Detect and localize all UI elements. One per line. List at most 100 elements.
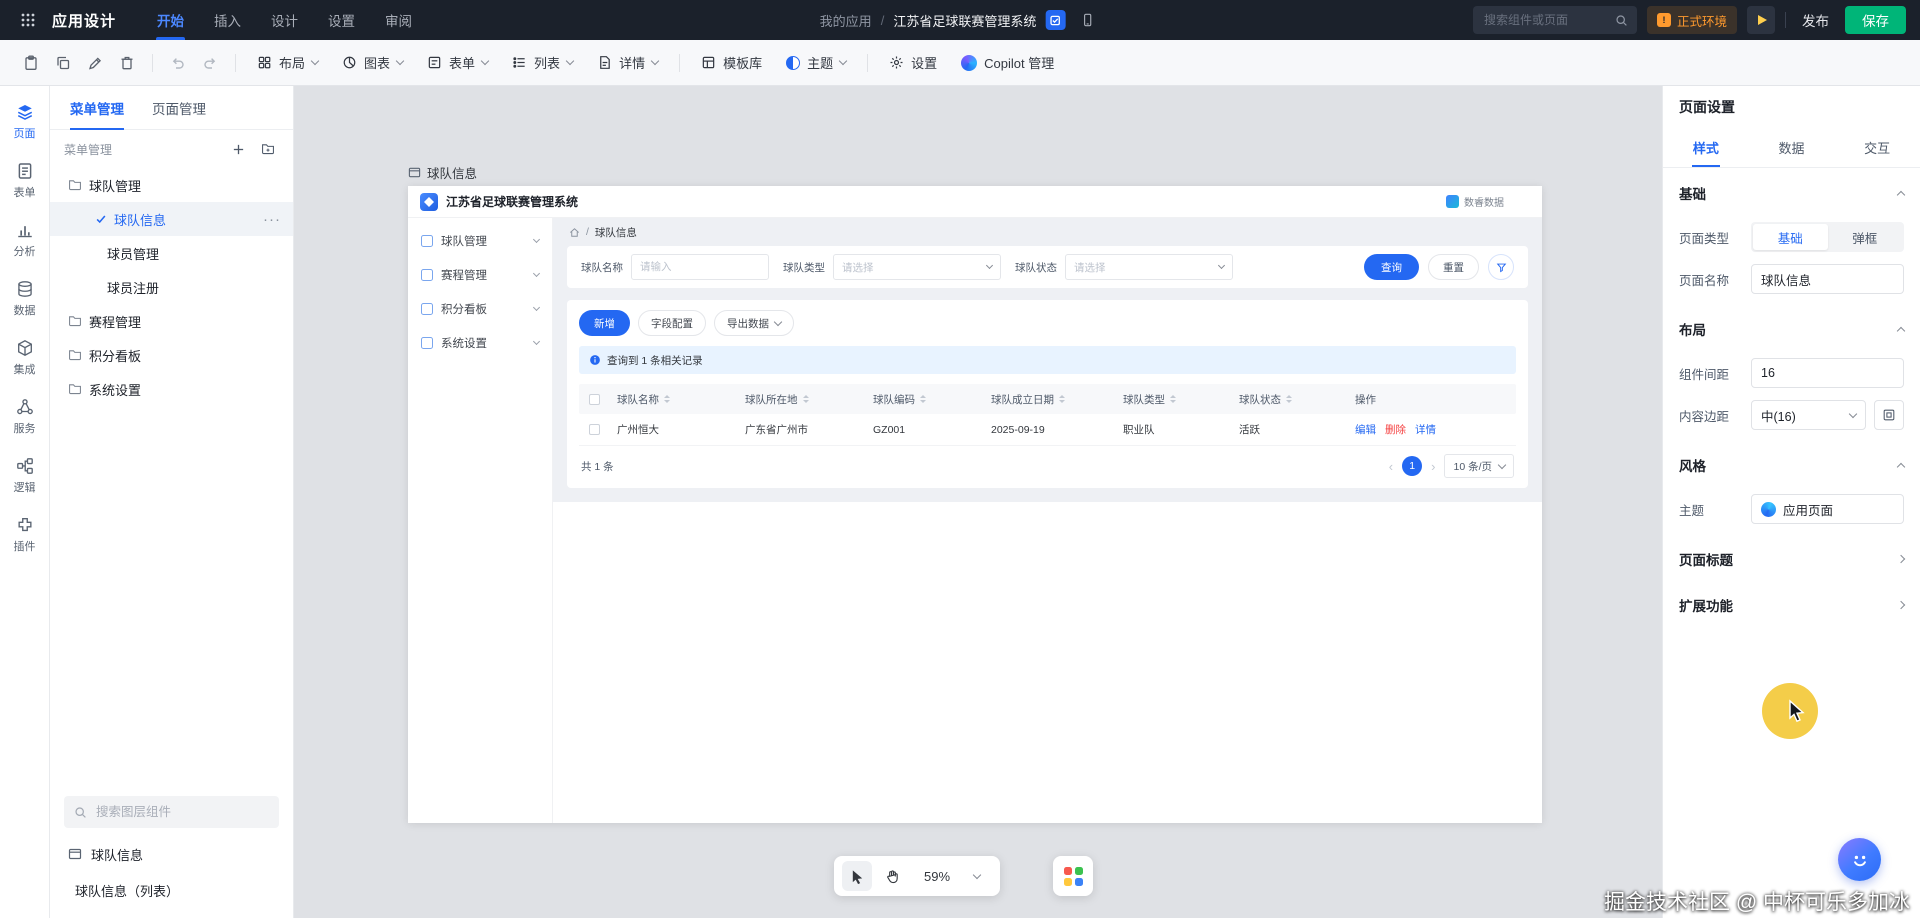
rail-item-plugins[interactable]: 插件 — [2, 509, 48, 561]
sort-icon[interactable] — [664, 395, 670, 403]
col-header-code[interactable]: 球队编码 — [865, 392, 983, 407]
page-type-modal-option[interactable]: 弹框 — [1828, 224, 1903, 250]
paste-button[interactable] — [16, 48, 46, 78]
sort-icon[interactable] — [1286, 395, 1292, 403]
section-extensions[interactable]: 扩展功能 — [1679, 582, 1904, 628]
apps-grid-icon[interactable] — [14, 6, 42, 34]
export-data-button[interactable]: 导出数据 — [714, 310, 794, 336]
component-market-button[interactable] — [1053, 856, 1093, 896]
more-actions-icon[interactable]: ··· — [263, 212, 281, 227]
add-folder-icon[interactable] — [257, 138, 279, 160]
add-record-button[interactable]: 新增 — [579, 310, 630, 336]
preview-nav-points-board[interactable]: 积分看板 — [408, 292, 552, 326]
env-badge[interactable]: ! 正式环境 — [1647, 6, 1737, 34]
section-page-title[interactable]: 页面标题 — [1679, 536, 1904, 582]
template-library-button[interactable]: 模板库 — [690, 48, 773, 78]
redo-button[interactable] — [195, 48, 225, 78]
reset-button[interactable]: 重置 — [1428, 254, 1479, 280]
tab-style[interactable]: 样式 — [1663, 128, 1749, 167]
copilot-button[interactable]: Copilot 管理 — [950, 48, 1065, 78]
team-status-select[interactable]: 请选择 — [1065, 254, 1233, 280]
layer-item-team-info-list[interactable]: 球队信息（列表） — [50, 872, 293, 908]
page-size-select[interactable]: 10 条/页 — [1444, 454, 1514, 478]
sort-icon[interactable] — [803, 395, 809, 403]
breadcrumb-my-apps[interactable]: 我的应用 — [820, 11, 872, 30]
design-canvas[interactable]: 球队信息 江苏省足球联赛管理系统 数睿数据 球队管理 赛 — [294, 86, 1662, 918]
sort-icon[interactable] — [920, 395, 926, 403]
col-header-founded[interactable]: 球队成立日期 — [983, 392, 1115, 407]
component-gap-input[interactable] — [1751, 358, 1904, 388]
topbar-search[interactable] — [1473, 6, 1637, 34]
next-page-icon[interactable]: › — [1431, 460, 1435, 473]
team-type-select[interactable]: 请选择 — [833, 254, 1001, 280]
advanced-filter-button[interactable] — [1488, 254, 1514, 280]
preview-nav-team-management[interactable]: 球队管理 — [408, 224, 552, 258]
edit-link[interactable]: 编辑 — [1355, 422, 1376, 437]
section-layout[interactable]: 布局 — [1679, 306, 1904, 352]
tree-folder-schedule-management[interactable]: 赛程管理 — [50, 304, 293, 338]
query-button[interactable]: 查询 — [1364, 254, 1419, 280]
chart-dropdown[interactable]: 图表 — [331, 48, 414, 78]
delete-link[interactable]: 删除 — [1385, 422, 1406, 437]
form-dropdown[interactable]: 表单 — [416, 48, 499, 78]
sort-icon[interactable] — [1059, 395, 1065, 403]
undo-button[interactable] — [163, 48, 193, 78]
page-name-input[interactable] — [1751, 264, 1904, 294]
preview-nav-schedule-management[interactable]: 赛程管理 — [408, 258, 552, 292]
list-dropdown[interactable]: 列表 — [501, 48, 584, 78]
sort-icon[interactable] — [1170, 395, 1176, 403]
run-preview-button[interactable] — [1747, 6, 1775, 34]
section-style[interactable]: 风格 — [1679, 442, 1904, 488]
tab-interaction[interactable]: 交互 — [1834, 128, 1920, 167]
app-version-badge-icon[interactable] — [1045, 10, 1065, 30]
tree-page-player-management[interactable]: 球员管理 — [50, 236, 293, 270]
tab-data[interactable]: 数据 — [1749, 128, 1835, 167]
select-tool-button[interactable] — [842, 861, 872, 891]
add-menu-icon[interactable] — [227, 138, 249, 160]
canvas-page-label[interactable]: 球队信息 — [408, 163, 477, 182]
tree-folder-team-management[interactable]: 球队管理 — [50, 168, 293, 202]
rail-item-integrations[interactable]: 集成 — [2, 332, 48, 384]
rail-item-forms[interactable]: 表单 — [2, 155, 48, 207]
detail-link[interactable]: 详情 — [1415, 422, 1436, 437]
format-painter-button[interactable] — [80, 48, 110, 78]
settings-button[interactable]: 设置 — [878, 48, 948, 78]
section-basic[interactable]: 基础 — [1679, 170, 1904, 216]
field-config-button[interactable]: 字段配置 — [638, 310, 706, 336]
page-number[interactable]: 1 — [1402, 456, 1422, 476]
zoom-level-select[interactable]: 59% — [912, 869, 992, 884]
menu-settings[interactable]: 设置 — [313, 0, 370, 40]
detail-dropdown[interactable]: 详情 — [586, 48, 669, 78]
menu-insert[interactable]: 插入 — [199, 0, 256, 40]
prev-page-icon[interactable]: ‹ — [1389, 460, 1393, 473]
tab-menu-management[interactable]: 菜单管理 — [70, 86, 124, 130]
table-row[interactable]: 广州恒大 广东省广州市 GZ001 2025-09-19 职业队 活跃 编辑 删… — [579, 414, 1516, 446]
menu-start[interactable]: 开始 — [142, 0, 199, 40]
row-checkbox[interactable] — [589, 424, 600, 435]
layout-dropdown[interactable]: 布局 — [246, 48, 329, 78]
layer-item-team-info[interactable]: 球队信息 — [50, 836, 293, 872]
tree-folder-points-board[interactable]: 积分看板 — [50, 338, 293, 372]
preview-nav-system-settings[interactable]: 系统设置 — [408, 326, 552, 360]
topbar-search-input[interactable] — [1482, 12, 1609, 28]
padding-config-button[interactable] — [1874, 400, 1904, 430]
rail-item-analytics[interactable]: 分析 — [2, 214, 48, 266]
rail-item-logic[interactable]: 逻辑 — [2, 450, 48, 502]
tab-page-management[interactable]: 页面管理 — [152, 86, 206, 130]
theme-dropdown[interactable]: 主题 — [775, 48, 857, 78]
home-icon[interactable] — [569, 227, 580, 238]
tree-folder-system-settings[interactable]: 系统设置 — [50, 372, 293, 406]
col-header-location[interactable]: 球队所在地 — [737, 392, 865, 407]
rail-item-pages[interactable]: 页面 — [2, 96, 48, 148]
save-button[interactable]: 保存 — [1845, 6, 1906, 34]
col-header-type[interactable]: 球队类型 — [1115, 392, 1231, 407]
menu-design[interactable]: 设计 — [256, 0, 313, 40]
content-padding-select[interactable]: 中(16) — [1751, 400, 1866, 430]
assistant-chat-button[interactable] — [1838, 838, 1881, 881]
menu-review[interactable]: 审阅 — [370, 0, 427, 40]
rail-item-data[interactable]: 数据 — [2, 273, 48, 325]
layer-search[interactable] — [64, 796, 279, 828]
tree-page-player-registration[interactable]: 球员注册 — [50, 270, 293, 304]
mobile-preview-icon[interactable] — [1074, 7, 1100, 33]
col-header-status[interactable]: 球队状态 — [1231, 392, 1347, 407]
